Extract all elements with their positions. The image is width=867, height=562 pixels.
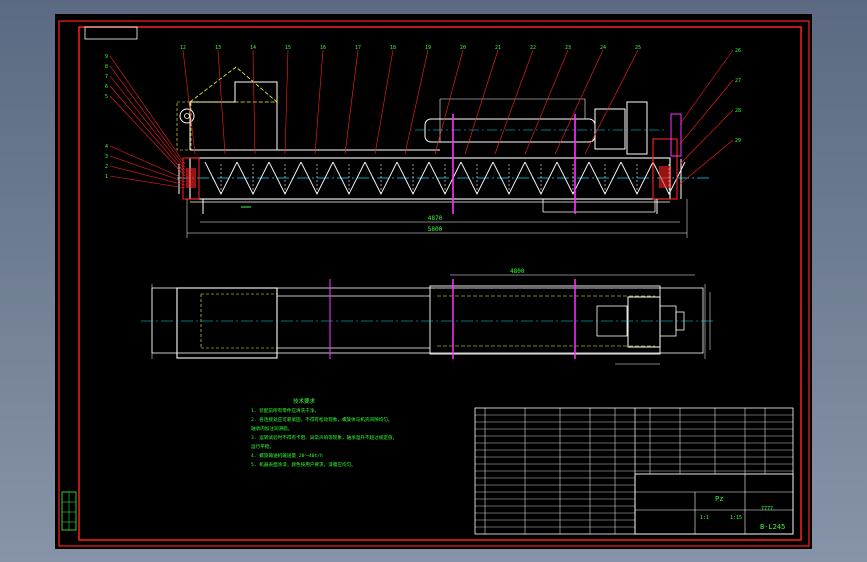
balloon-label: 7 (105, 74, 108, 80)
leader-balloons: 98765432112 13 14 15 16 17 18 19 20 21 22 23 24 25 262… (105, 45, 741, 189)
balloon-label: 14 (250, 45, 256, 51)
inlet-hopper (189, 81, 278, 150)
note-line: 1. 装配前所有零件应清洗干净。 (251, 407, 319, 414)
dim-inner-text: 4870 (428, 215, 443, 222)
balloon-label: 1 (105, 174, 108, 180)
balloon-label: 22 (530, 45, 536, 51)
balloon-label: 23 (565, 45, 571, 51)
dim-overall-text: 5800 (428, 226, 443, 233)
technical-notes: 技术要求 1. 装配前所有零件应清洗干净。 2. 各连接处应可靠紧固，不得有松动现… (251, 397, 397, 468)
drawing-viewport[interactable]: 4870 5800 9 8 7 6 5 4 3 2 1 12 13 14 15 16 17 18 19 20 21 2… (55, 14, 812, 549)
balloon-label: 18 (390, 45, 396, 51)
balloon-label: 25 (635, 45, 641, 51)
note-line: 轴承内加注润滑脂。 (251, 425, 292, 432)
balloon-label: 9 (105, 54, 108, 60)
corner-mark (84, 26, 138, 40)
title-scale: 1:1 (700, 515, 709, 521)
hopper-hidden-line (188, 66, 279, 103)
balloon-label: 29 (735, 138, 741, 144)
outer-frame (58, 20, 810, 547)
balloon-label: 4 (105, 144, 108, 150)
plan-hopper (176, 287, 278, 359)
note-line: 运行平稳。 (251, 443, 274, 450)
title-block: Pz B-L245 1:1 1:15 7777 (634, 473, 794, 535)
coupling (626, 101, 648, 155)
plan-view: 4800 (141, 268, 715, 365)
balloon-label: 27 (735, 78, 741, 84)
balloon-label: 24 (600, 45, 606, 51)
balloon-label: 17 (355, 45, 361, 51)
note-line: 2. 各连接处应可靠紧固，不得有松动现象，螺旋体与机壳间隙均匀。 (251, 416, 393, 423)
balloon-label: 3 (105, 154, 108, 160)
balloon-label: 26 (735, 48, 741, 54)
plan-outline (151, 287, 704, 354)
plan-drive-frame (627, 296, 661, 348)
hinge-pin (179, 108, 195, 124)
balloon-label: 8 (105, 64, 108, 70)
balloon-label: 28 (735, 108, 741, 114)
title-name: 7777 (761, 506, 773, 512)
balloon-label: 19 (425, 45, 431, 51)
elevation-view: 4870 5800 98765432112 13 14 15 16 17 18 19 20 21 2… (105, 45, 741, 238)
balloon-label: 6 (105, 84, 108, 90)
plan-dim-text: 4800 (510, 268, 525, 275)
note-line: 4. 螺旋输送机输送量 20～40t/h (251, 452, 323, 459)
balloon-label: 20 (460, 45, 466, 51)
note-line: 3. 运转试验时不得有卡阻、异常声响等现象，轴承温升不超过规定值， (251, 434, 397, 441)
balloon-label: 13 (215, 45, 221, 51)
balloon-label: 15 (285, 45, 291, 51)
balloon-label: 12 (180, 45, 186, 51)
title-drawing-no: B-L245 (760, 523, 785, 531)
cad-drawing: 4870 5800 98765432112 13 14 15 16 17 18 19 20 21 2… (58, 20, 810, 547)
revision-stamp (61, 491, 77, 531)
notes-heading: 技术要求 (293, 397, 316, 405)
balloon-label: 5 (105, 94, 108, 100)
balloon-label: 16 (320, 45, 326, 51)
title-sheet: 1:15 (730, 515, 742, 521)
title-company: Pz (715, 495, 723, 503)
screw-flights (204, 161, 686, 196)
reducer (594, 108, 626, 150)
balloon-label: 2 (105, 164, 108, 170)
note-line: 5. 机器表面涂漆，颜色按用户要求，漆膜应均匀。 (251, 461, 356, 468)
balloon-label: 21 (495, 45, 501, 51)
